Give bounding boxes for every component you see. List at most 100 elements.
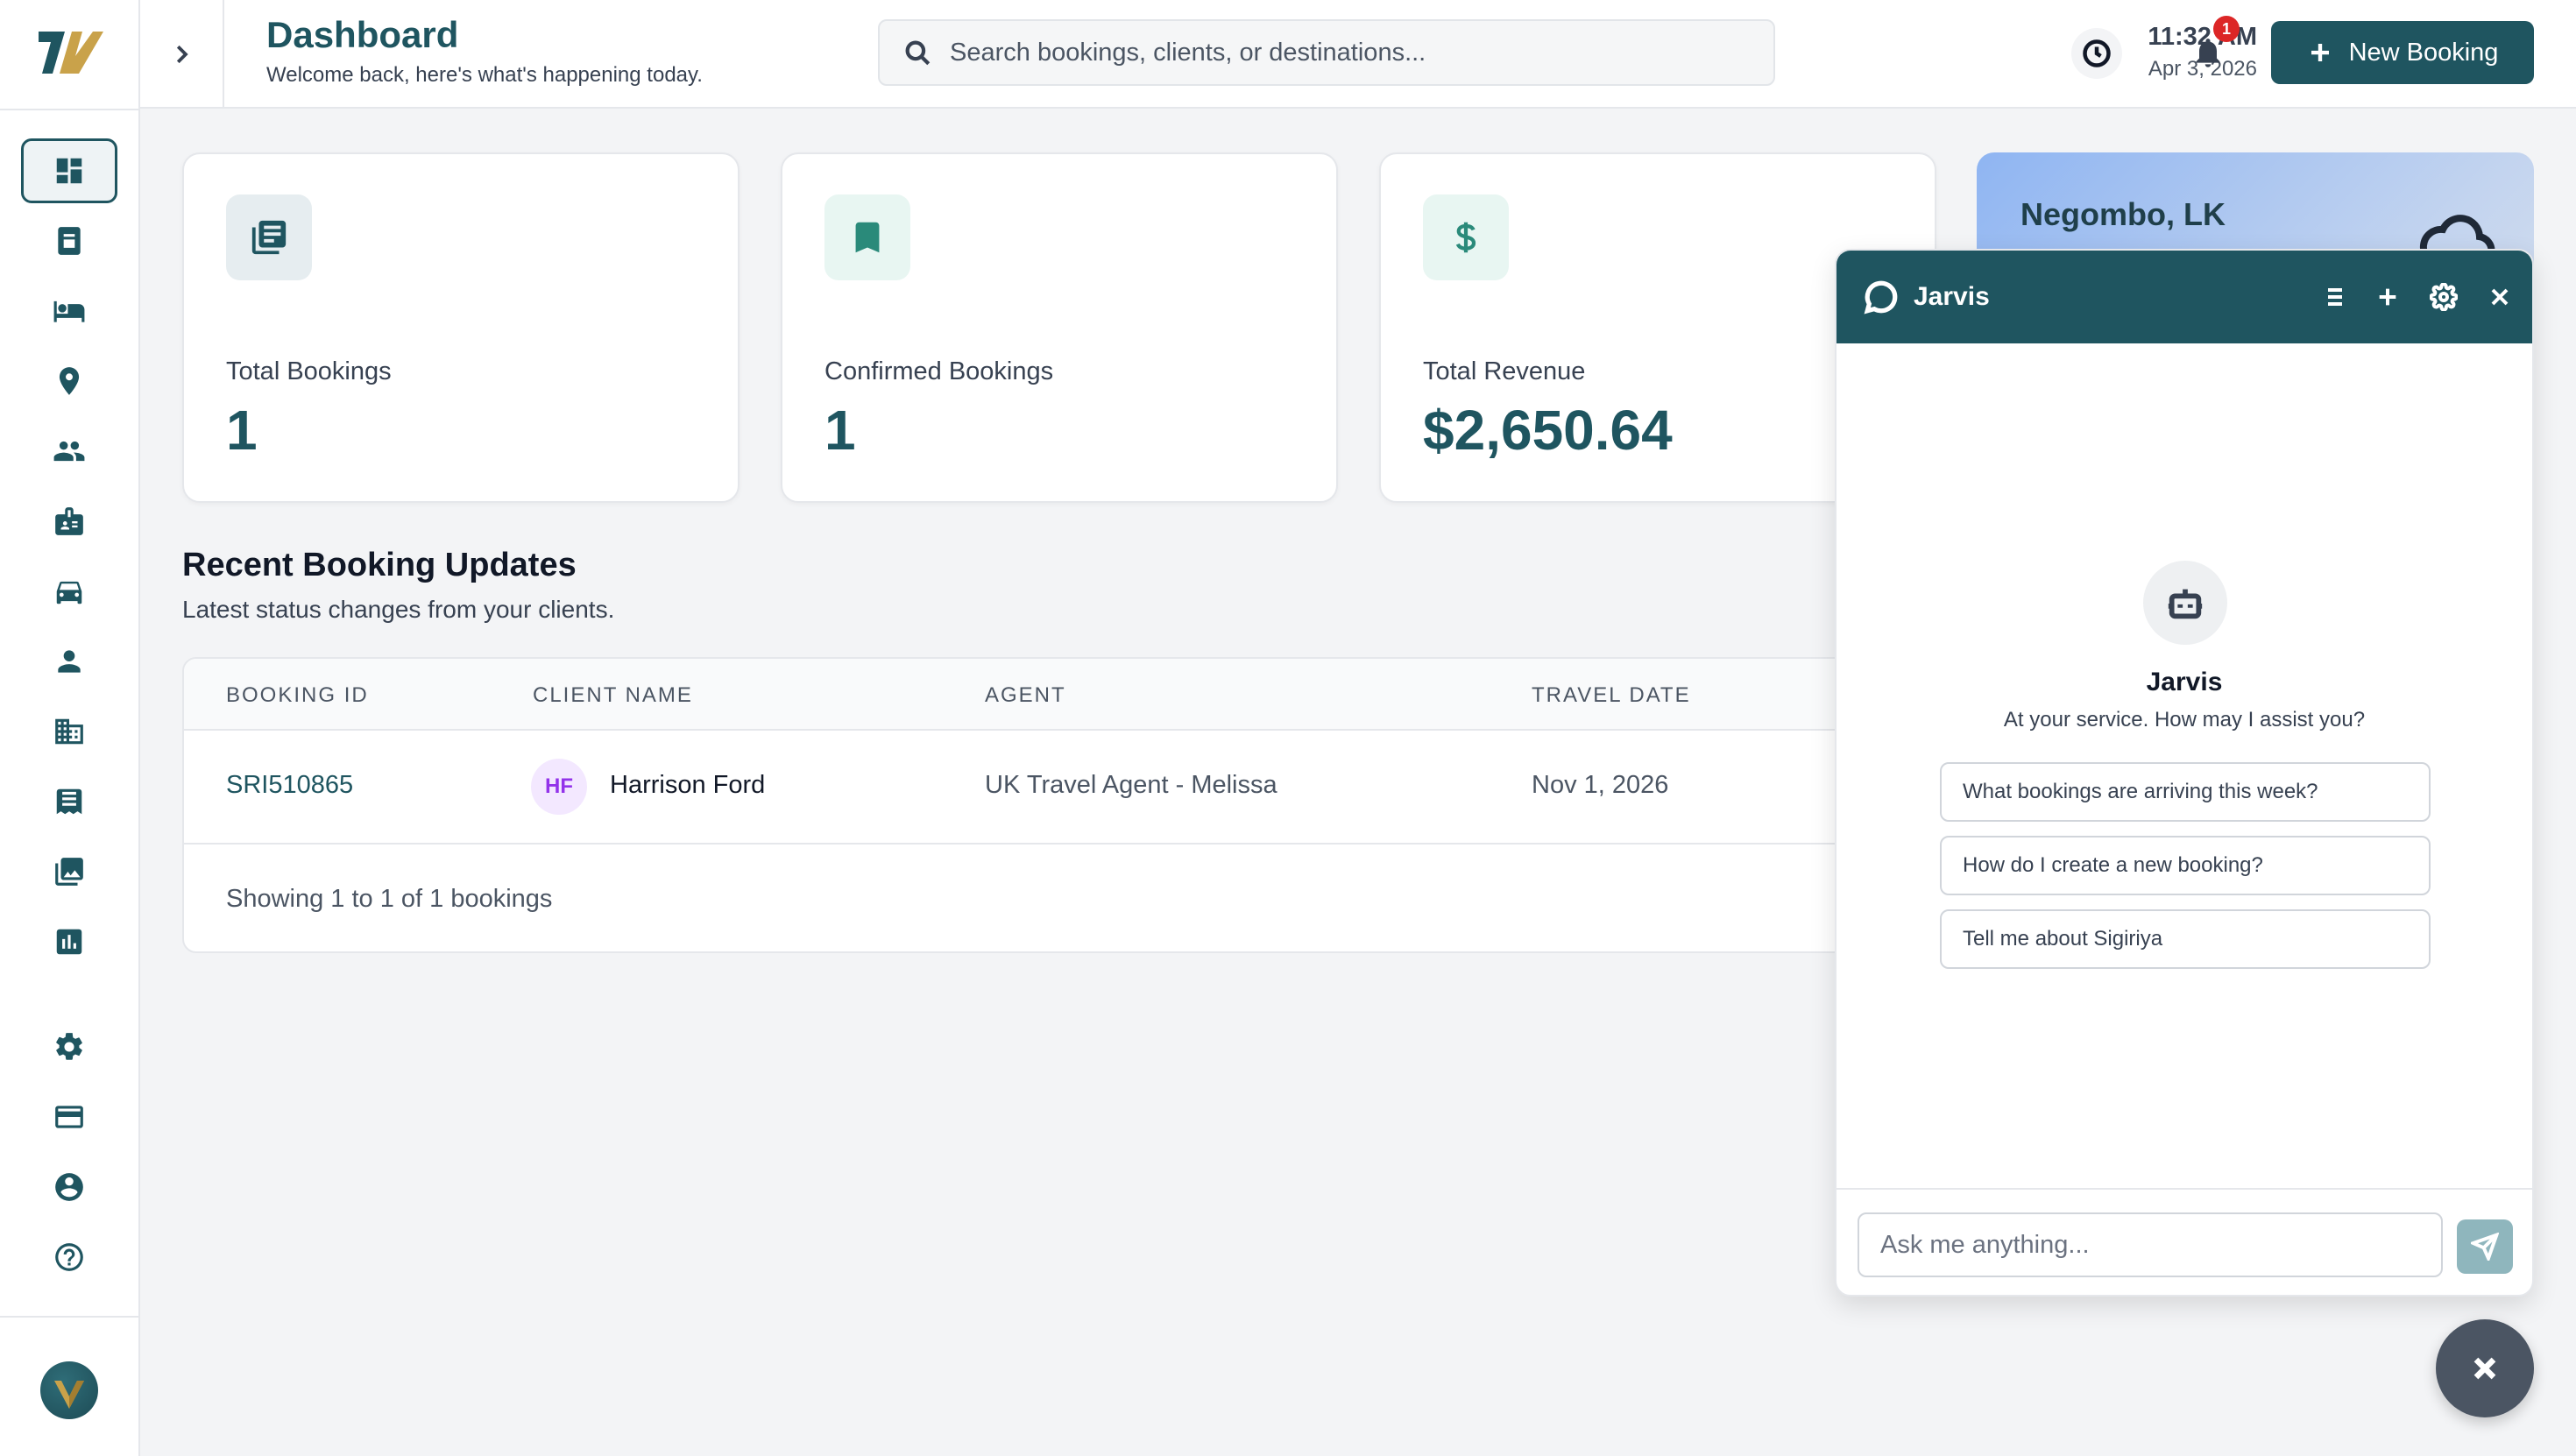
- bot-name: Jarvis: [2146, 668, 2223, 696]
- suggestion-chip[interactable]: How do I create a new booking?: [1940, 836, 2431, 895]
- bed-icon: [53, 300, 85, 322]
- list-icon: [251, 220, 287, 255]
- bot-avatar: [2143, 561, 2227, 645]
- sidebar-item-gallery[interactable]: [21, 839, 117, 904]
- chat-history-button[interactable]: [2311, 277, 2352, 317]
- travel-date: Nov 1, 2026: [1532, 771, 1669, 799]
- sidebar: [0, 0, 140, 1456]
- sidebar-item-suppliers[interactable]: [21, 699, 117, 764]
- badge-icon: [55, 507, 83, 535]
- sidebar-divider: [0, 109, 138, 110]
- sidebar-item-documents[interactable]: [21, 209, 117, 273]
- sidebar-item-users[interactable]: [21, 629, 117, 694]
- top-header: Dashboard Welcome back, here's what's ha…: [140, 0, 2576, 109]
- sidebar-item-dashboard[interactable]: [21, 138, 117, 203]
- car-icon: [56, 581, 82, 604]
- chat-message-input[interactable]: [1858, 1212, 2443, 1277]
- chat-input-bar: [1836, 1188, 2532, 1295]
- building-icon: [55, 718, 83, 745]
- help-icon: [55, 1243, 83, 1271]
- booking-id-link[interactable]: SRI510865: [226, 771, 353, 800]
- global-search[interactable]: [878, 19, 1775, 86]
- stat-value: 1: [226, 399, 258, 462]
- stat-icon-box: [824, 194, 910, 280]
- agent-name: UK Travel Agent - Melissa: [985, 771, 1277, 799]
- sidebar-item-clients[interactable]: [21, 419, 117, 484]
- column-header-agent[interactable]: AGENT: [985, 683, 1066, 708]
- expand-sidebar-button[interactable]: [140, 0, 224, 109]
- close-icon: [2473, 1357, 2496, 1380]
- send-icon: [2471, 1233, 2499, 1261]
- column-header-booking-id[interactable]: BOOKING ID: [226, 683, 369, 708]
- close-icon: [2491, 288, 2509, 306]
- plus-icon: [2311, 44, 2329, 61]
- sidebar-item-destinations[interactable]: [21, 349, 117, 413]
- column-header-client-name[interactable]: CLIENT NAME: [533, 683, 693, 708]
- sidebar-item-hotels[interactable]: [21, 279, 117, 343]
- stat-icon-box: [1423, 194, 1509, 280]
- page-subtitle: Welcome back, here's what's happening to…: [266, 63, 703, 87]
- section-title: Recent Booking Updates: [182, 547, 577, 583]
- stat-card-confirmed-bookings: Confirmed Bookings 1: [781, 152, 1338, 503]
- stat-label: Total Revenue: [1423, 357, 1586, 385]
- app-root: Dashboard Welcome back, here's what's ha…: [0, 0, 2576, 1456]
- send-message-button[interactable]: [2457, 1219, 2513, 1274]
- search-icon: [905, 40, 931, 66]
- section-subtitle: Latest status changes from your clients.: [182, 596, 615, 623]
- sidebar-item-billing[interactable]: [21, 1085, 117, 1149]
- robot-icon: [2168, 589, 2203, 619]
- chat-settings-button[interactable]: [2424, 277, 2464, 317]
- people-icon: [53, 441, 85, 462]
- sidebar-item-agents[interactable]: [21, 489, 117, 554]
- receipt-icon: [56, 788, 82, 815]
- bot-tagline: At your service. How may I assist you?: [2003, 708, 2366, 732]
- time-zone-button[interactable]: [2071, 28, 2122, 79]
- gear-icon: [2430, 283, 2458, 311]
- sidebar-item-invoices[interactable]: [21, 769, 117, 834]
- stat-label: Total Bookings: [226, 357, 392, 385]
- toggle-chat-button[interactable]: [2436, 1319, 2534, 1417]
- suggestion-chip[interactable]: Tell me about Sigiriya: [1940, 909, 2431, 969]
- stat-icon-box: [226, 194, 312, 280]
- sidebar-item-help[interactable]: [21, 1225, 117, 1290]
- stat-label: Confirmed Bookings: [824, 357, 1054, 385]
- bookmark-icon: [855, 222, 880, 253]
- chat-header: Jarvis: [1836, 251, 2532, 343]
- sidebar-item-settings[interactable]: [21, 1014, 117, 1079]
- page-title: Dashboard: [266, 14, 459, 55]
- new-chat-button[interactable]: [2367, 277, 2408, 317]
- stat-card-total-bookings: Total Bookings 1: [182, 152, 740, 503]
- bar-chart-icon: [56, 929, 82, 955]
- sidebar-item-reports[interactable]: [21, 909, 117, 974]
- chat-title: Jarvis: [1914, 282, 1990, 311]
- weather-city: Negombo, LK: [2020, 196, 2226, 232]
- stat-value: $2,650.64: [1423, 399, 1673, 462]
- list-icon: [2322, 288, 2342, 306]
- brand-logo[interactable]: [35, 25, 105, 79]
- sidebar-item-account[interactable]: [21, 1155, 117, 1219]
- dashboard-icon: [56, 158, 82, 184]
- close-chat-button[interactable]: [2480, 277, 2520, 317]
- user-avatar[interactable]: [40, 1361, 98, 1419]
- new-booking-button[interactable]: New Booking: [2271, 21, 2534, 84]
- sidebar-item-vehicles[interactable]: [21, 559, 117, 624]
- chat-bubble-icon: [1864, 280, 1898, 315]
- client-initials-avatar: HF: [531, 759, 587, 815]
- pagination-summary: Showing 1 to 1 of 1 bookings: [226, 885, 553, 913]
- search-input[interactable]: [950, 38, 1738, 67]
- jarvis-chat-panel: Jarvis Jarvis At your service. How may I…: [1835, 249, 2534, 1297]
- photo-library-icon: [55, 858, 83, 886]
- chevron-right-icon: [176, 45, 188, 64]
- column-header-travel-date[interactable]: TRAVEL DATE: [1532, 683, 1691, 708]
- dollar-icon: [1455, 222, 1476, 253]
- plus-icon: [2379, 288, 2396, 306]
- person-icon: [58, 650, 81, 673]
- account-circle-icon: [55, 1173, 83, 1201]
- client-name: Harrison Ford: [610, 771, 766, 799]
- credit-card-icon: [55, 1106, 83, 1128]
- notification-count-badge: 1: [2213, 16, 2240, 42]
- sidebar-divider: [0, 1316, 138, 1318]
- document-icon: [58, 227, 81, 255]
- stat-value: 1: [824, 399, 856, 462]
- suggestion-chip[interactable]: What bookings are arriving this week?: [1940, 762, 2431, 822]
